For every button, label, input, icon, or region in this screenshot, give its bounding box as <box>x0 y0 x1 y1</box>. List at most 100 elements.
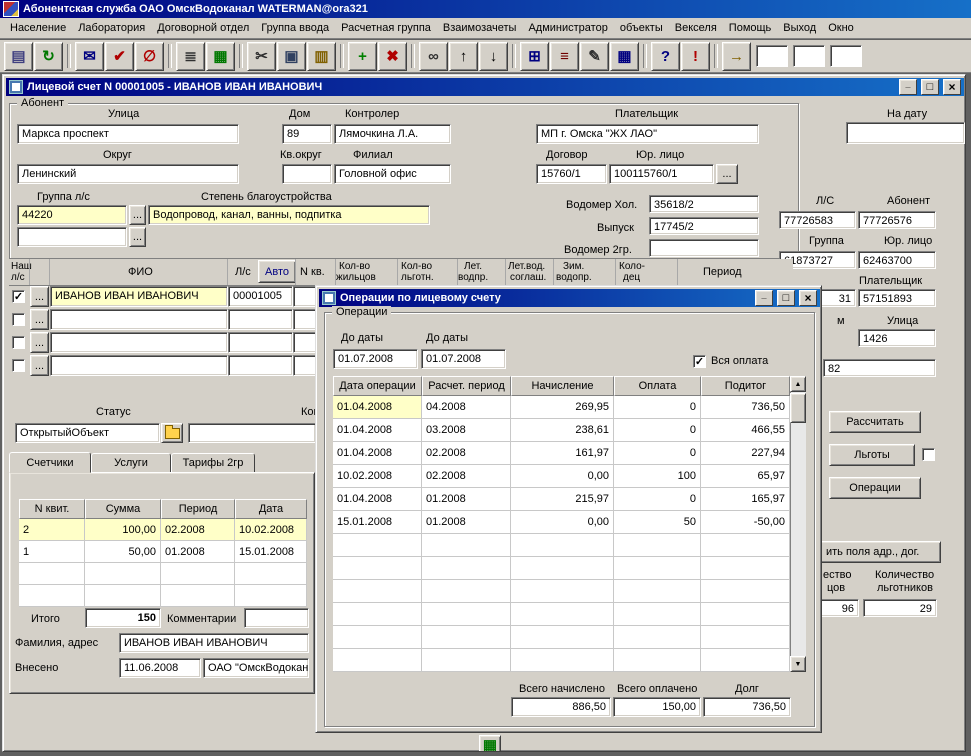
entered-date-field[interactable]: 11.06.2008 <box>119 658 201 678</box>
ops-grid-cell[interactable] <box>333 603 422 626</box>
copy-button[interactable]: ▣ <box>277 42 306 71</box>
receipt-grid-cell[interactable] <box>235 563 307 585</box>
on-date-field[interactable] <box>846 122 965 144</box>
ops-grid-cell[interactable] <box>422 626 511 649</box>
row3-our-ls-checkbox[interactable] <box>12 336 25 349</box>
all-payment-checkbox[interactable] <box>693 355 706 368</box>
open-object-button[interactable] <box>161 423 183 443</box>
scrollbar-thumb[interactable] <box>790 393 806 423</box>
ops-grid-cell[interactable] <box>422 534 511 557</box>
ops-grid-cell[interactable] <box>511 649 614 672</box>
down-button[interactable]: ↓ <box>479 42 508 71</box>
ops-grid-cell[interactable] <box>701 649 790 672</box>
ops-grid-cell[interactable]: 0 <box>614 442 701 465</box>
maximize-icon[interactable] <box>777 290 795 306</box>
ops-grid-cell[interactable]: 65,97 <box>701 465 790 488</box>
receipt-grid-cell[interactable] <box>235 585 307 607</box>
ops-grid-cell[interactable] <box>511 534 614 557</box>
ops-grid-cell[interactable] <box>511 626 614 649</box>
tab-counters[interactable]: Счетчики <box>9 452 91 473</box>
receipt-grid-cell[interactable] <box>161 563 235 585</box>
receipt-grid-cell[interactable]: 01.2008 <box>161 541 235 563</box>
ops-grid-cell[interactable]: 215,97 <box>511 488 614 511</box>
date-from-field[interactable]: 01.07.2008 <box>333 349 418 369</box>
ops-grid-cell[interactable] <box>422 580 511 603</box>
amenity-field[interactable]: Водопровод, канал, ванны, подпитка <box>148 205 430 225</box>
ops-grid-cell[interactable]: 0 <box>614 488 701 511</box>
benefits-checkbox[interactable] <box>922 448 935 461</box>
name-field[interactable]: ИВАНОВ ИВАН ИВАНОВИЧ <box>119 633 309 653</box>
row2-browse-button[interactable]: ... <box>30 309 49 330</box>
paste-button[interactable]: ▥ <box>307 42 336 71</box>
kv-okrug-field[interactable] <box>282 164 332 184</box>
ops-grid-cell[interactable]: 02.2008 <box>422 442 511 465</box>
group-ls2-field[interactable] <box>17 227 127 247</box>
ops-grid-cell[interactable]: 0 <box>614 419 701 442</box>
ops-grid-cell[interactable]: 269,95 <box>511 396 614 419</box>
ops-grid-cell[interactable]: 04.2008 <box>422 396 511 419</box>
ops-grid-cell[interactable]: 0,00 <box>511 511 614 534</box>
ops-grid-cell[interactable]: 01.04.2008 <box>333 419 422 442</box>
ops-grid-cell[interactable]: 165,97 <box>701 488 790 511</box>
menu-item-6[interactable]: Взаимозачеты <box>437 19 523 37</box>
ops-grid-cell[interactable]: 100 <box>614 465 701 488</box>
receipt-grid-cell[interactable] <box>85 585 161 607</box>
ops-grid-cell[interactable]: 01.2008 <box>422 488 511 511</box>
jur-field[interactable]: 100115760/1 <box>609 164 714 184</box>
ops-grid-cell[interactable] <box>701 580 790 603</box>
exit-button[interactable]: → <box>722 42 751 71</box>
code-jur-field[interactable]: 62463700 <box>858 251 936 269</box>
up-button[interactable]: ↑ <box>449 42 478 71</box>
ops-grid-cell[interactable] <box>422 603 511 626</box>
cancel-button[interactable]: ∅ <box>135 42 164 71</box>
row2-our-ls-checkbox[interactable] <box>12 313 25 326</box>
close-icon[interactable] <box>943 79 961 95</box>
ops-grid-cell[interactable] <box>614 649 701 672</box>
code-flat-field[interactable]: 82 <box>823 359 936 377</box>
group-ls2-browse-button[interactable]: ... <box>129 227 146 247</box>
receipt-grid-cell[interactable]: 100,00 <box>85 519 161 541</box>
receipt-grid-cell[interactable] <box>19 563 85 585</box>
confirm-button[interactable]: ✔ <box>105 42 134 71</box>
receipt-grid-cell[interactable] <box>85 563 161 585</box>
vertical-scrollbar[interactable] <box>790 376 806 672</box>
mail-button[interactable]: ✉ <box>75 42 104 71</box>
receipt-grid-cell[interactable] <box>161 585 235 607</box>
ops-grid-cell[interactable]: 227,94 <box>701 442 790 465</box>
street-field[interactable]: Маркса проспект <box>17 124 239 144</box>
receipt-grid-cell[interactable] <box>19 585 85 607</box>
receipt-grid-cell[interactable]: 10.02.2008 <box>235 519 307 541</box>
ops-grid-cell[interactable]: 0 <box>614 396 701 419</box>
ops-grid-cell[interactable]: 02.2008 <box>422 465 511 488</box>
code-abonent-field[interactable]: 77726576 <box>858 211 936 229</box>
menu-item-11[interactable]: Выход <box>777 19 822 37</box>
menu-item-10[interactable]: Помощь <box>723 19 778 37</box>
group-ls-field[interactable]: 44220 <box>17 205 127 225</box>
toolbar-box-1[interactable] <box>756 45 788 67</box>
filial-field[interactable]: Головной офис <box>334 164 451 184</box>
row3-fio-field[interactable] <box>50 332 228 353</box>
toolbar-box-3[interactable] <box>830 45 862 67</box>
ops-grid-cell[interactable] <box>511 557 614 580</box>
ops-grid-cell[interactable]: 466,55 <box>701 419 790 442</box>
scroll-down-icon[interactable] <box>790 656 806 672</box>
menu-item-5[interactable]: Расчетная группа <box>335 19 437 37</box>
compose-button[interactable]: ✎ <box>580 42 609 71</box>
ops-grid-cell[interactable] <box>422 557 511 580</box>
row3-ls-field[interactable] <box>228 332 293 353</box>
group-ls-browse-button[interactable]: ... <box>129 205 146 225</box>
receipt-grid-cell[interactable]: 2 <box>19 519 85 541</box>
ops-grid-cell[interactable]: 50 <box>614 511 701 534</box>
status-field[interactable]: ОткрытыйОбъект <box>15 423 160 443</box>
ops-grid-cell[interactable] <box>614 580 701 603</box>
calculate-button[interactable]: Рассчитать <box>829 411 921 433</box>
refresh-button[interactable]: ↻ <box>34 42 63 71</box>
row3-browse-button[interactable]: ... <box>30 332 49 353</box>
ops-grid-cell[interactable] <box>614 534 701 557</box>
help-button[interactable]: ? <box>651 42 680 71</box>
comment-field[interactable] <box>188 423 316 443</box>
menu-item-8[interactable]: объекты <box>614 19 669 37</box>
ops-grid-cell[interactable]: 161,97 <box>511 442 614 465</box>
row4-browse-button[interactable]: ... <box>30 355 49 376</box>
ops-grid-cell[interactable] <box>333 534 422 557</box>
